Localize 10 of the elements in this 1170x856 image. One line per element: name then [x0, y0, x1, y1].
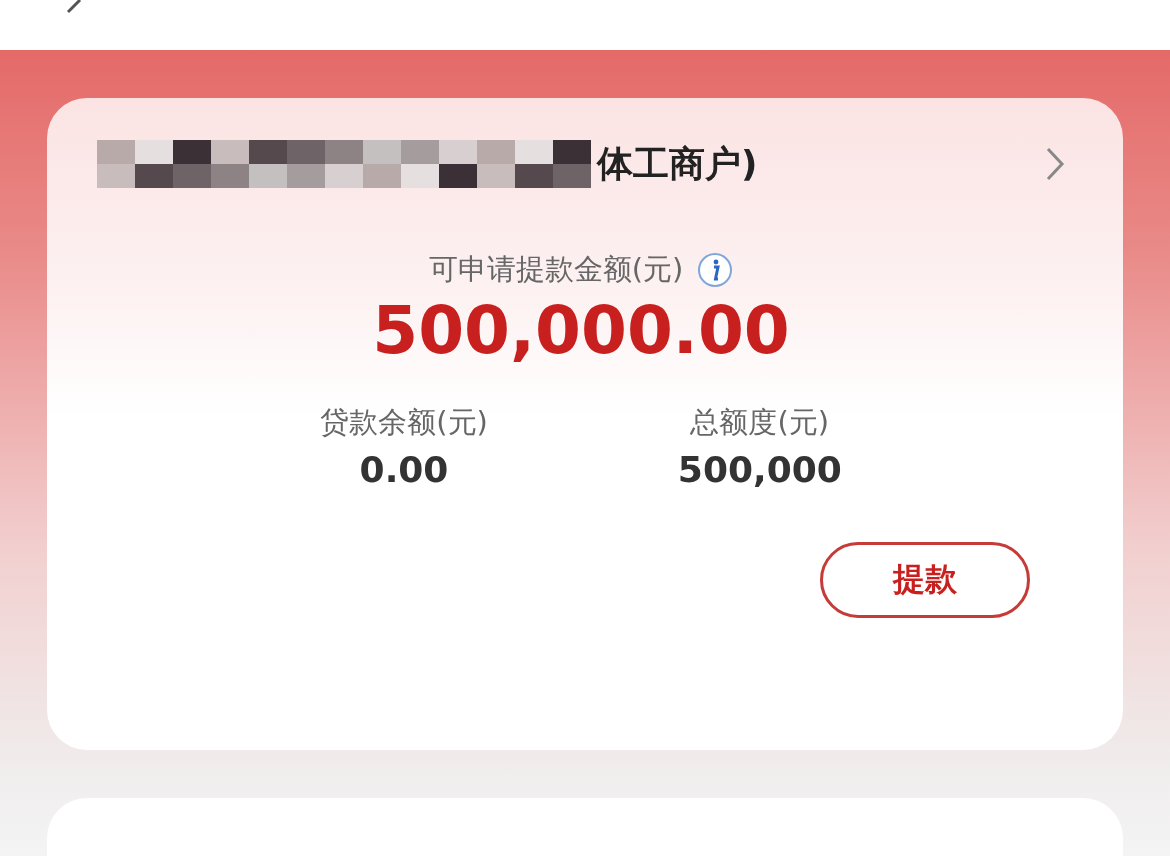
withdraw-button[interactable]: 提款 [820, 542, 1030, 618]
available-amount: 500,000.00 [372, 292, 790, 369]
chevron-right-icon[interactable] [1045, 146, 1065, 182]
info-icon[interactable] [697, 252, 734, 288]
stat-label: 总额度(元) [690, 404, 830, 441]
available-amount-label: 可申请提款金额(元) [428, 251, 684, 288]
stat-label: 贷款余额(元) [320, 404, 488, 441]
account-name: 体工商户) [597, 141, 758, 186]
stat-value: 500,000 [677, 449, 842, 490]
stat-value: 0.00 [359, 449, 449, 490]
